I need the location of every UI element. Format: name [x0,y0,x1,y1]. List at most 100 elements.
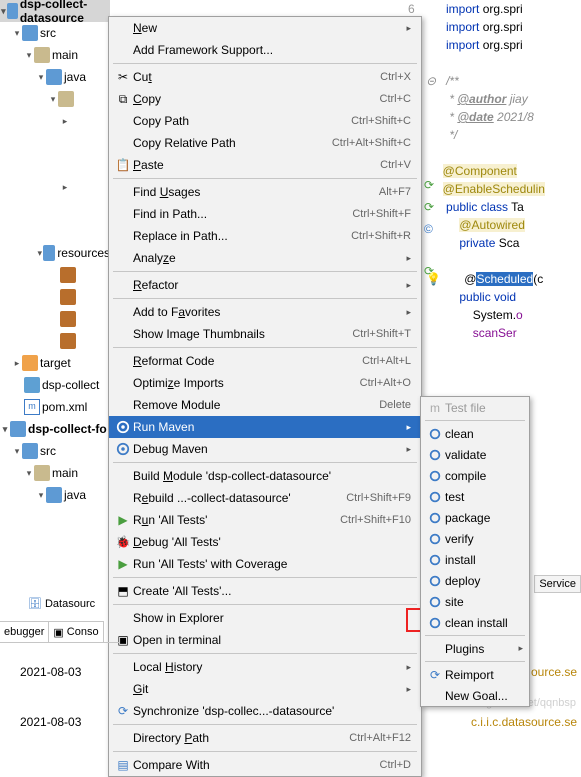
menu-compare-with[interactable]: ▤Compare WithCtrl+D [109,754,421,776]
menu-remove-module[interactable]: Remove ModuleDelete [109,394,421,416]
menu-find-usages[interactable]: Find UsagesAlt+F7 [109,181,421,203]
menu-run-all-tests[interactable]: ▶Run 'All Tests'Ctrl+Shift+F10 [109,509,421,531]
menu-reformat[interactable]: Reformat CodeCtrl+Alt+L [109,350,421,372]
tree-item[interactable]: ▸ [0,110,110,132]
menu-build-module[interactable]: Build Module 'dsp-collect-datasource' [109,465,421,487]
console-timestamp: 2021-08-03 [20,715,81,729]
gear-icon [428,595,442,609]
gear-icon [428,553,442,567]
tree-item[interactable] [0,286,110,308]
compare-icon: ▤ [113,758,133,772]
menu-run-coverage[interactable]: ▶Run 'All Tests' with Coverage [109,553,421,575]
menu-create-tests[interactable]: ⬒Create 'All Tests'... [109,580,421,602]
gear-icon [428,574,442,588]
tab-debugger[interactable]: ebugger [0,621,49,642]
run-maven-submenu: mTest file clean validate compile test p… [420,396,530,707]
copy-icon: ⧉ [113,92,133,107]
sub-test[interactable]: test [421,486,529,507]
maven-icon [116,420,130,434]
menu-optimize-imports[interactable]: Optimize ImportsCtrl+Alt+O [109,372,421,394]
menu-new[interactable]: New▸ [109,17,421,39]
project-tree: ▾dsp-collect-datasource ▾src ▾main ▾java… [0,0,110,506]
console-line: c.i.i.c.datasource.se [471,715,577,730]
tree-item[interactable]: ▸ [0,176,110,198]
menu-refactor[interactable]: Refactor▸ [109,274,421,296]
services-tab[interactable]: Service [534,575,581,593]
tab-datasource[interactable]: 🗄Datasourc [28,597,95,610]
tree-item-src2[interactable]: ▾src [0,440,110,462]
menu-paste[interactable]: 📋PasteCtrl+V [109,154,421,176]
tree-item-resources[interactable]: ▾resources [0,242,110,264]
gear-icon [428,511,442,525]
sub-install[interactable]: install [421,549,529,570]
gear-icon [428,616,442,630]
gear-icon [428,532,442,546]
tab-console[interactable]: ▣Conso [49,621,103,642]
tree-item-src[interactable]: ▾src [0,22,110,44]
tree-item[interactable] [0,308,110,330]
sub-compile[interactable]: compile [421,465,529,486]
tree-item-java[interactable]: ▾java [0,66,110,88]
gear-icon [428,469,442,483]
menu-add-favorites[interactable]: Add to Favorites▸ [109,301,421,323]
menu-cut[interactable]: ✂CutCtrl+X [109,66,421,88]
sub-site[interactable]: site [421,591,529,612]
menu-show-thumbnails[interactable]: Show Image ThumbnailsCtrl+Shift+T [109,323,421,345]
sub-plugins[interactable]: Plugins▸ [421,638,529,659]
sub-validate[interactable]: validate [421,444,529,465]
tree-item-main2[interactable]: ▾main [0,462,110,484]
menu-directory-path[interactable]: Directory PathCtrl+Alt+F12 [109,727,421,749]
menu-run-maven[interactable]: Run Maven▸ [109,416,421,438]
gear-icon [428,490,442,504]
menu-add-framework[interactable]: Add Framework Support... [109,39,421,61]
tree-item[interactable] [0,264,110,286]
tree-item-main[interactable]: ▾main [0,44,110,66]
sub-test-file[interactable]: mTest file [421,397,529,418]
menu-local-history[interactable]: Local History▸ [109,656,421,678]
console-output: 2021-08-03 [20,715,81,730]
reimport-icon: ⟳ [425,668,445,682]
menu-rebuild[interactable]: Rebuild ...-collect-datasource'Ctrl+Shif… [109,487,421,509]
menu-debug-maven[interactable]: Debug Maven▸ [109,438,421,460]
code-editor[interactable]: 6 import org.spri import org.spri import… [426,0,581,342]
sub-clean-install[interactable]: clean install [421,612,529,633]
menu-copy-relative-path[interactable]: Copy Relative PathCtrl+Alt+Shift+C [109,132,421,154]
tree-item[interactable]: ▾ [0,88,110,110]
run-icon: ▶ [113,513,133,527]
menu-synchronize[interactable]: ⟳Synchronize 'dsp-collec...-datasource' [109,700,421,722]
db-icon: 🗄 [28,597,42,610]
sub-new-goal[interactable]: New Goal... [421,685,529,706]
tree-item-iml[interactable]: dsp-collect [0,374,110,396]
paste-icon: 📋 [113,158,133,172]
sub-package[interactable]: package [421,507,529,528]
menu-find-in-path[interactable]: Find in Path...Ctrl+Shift+F [109,203,421,225]
menu-open-terminal[interactable]: ▣Open in terminal [109,629,421,651]
console-icon: ▣ [53,626,63,639]
tree-item-fo[interactable]: ▾dsp-collect-fo [0,418,110,440]
menu-replace-in-path[interactable]: Replace in Path...Ctrl+Shift+R [109,225,421,247]
menu-debug-all-tests[interactable]: 🐞Debug 'All Tests' [109,531,421,553]
tree-item-target[interactable]: ▸target [0,352,110,374]
menu-copy[interactable]: ⧉CopyCtrl+C [109,88,421,110]
tree-item-pom[interactable]: mpom.xml [0,396,110,418]
bug-icon: 🐞 [113,535,133,549]
sub-deploy[interactable]: deploy [421,570,529,591]
sub-reimport[interactable]: ⟳Reimport [421,664,529,685]
tree-root[interactable]: ▾dsp-collect-datasource [0,0,110,22]
menu-git[interactable]: Git▸ [109,678,421,700]
sub-verify[interactable]: verify [421,528,529,549]
menu-analyze[interactable]: Analyze▸ [109,247,421,269]
gear-icon [428,427,442,441]
coverage-icon: ▶ [113,557,133,571]
sub-clean[interactable]: clean [421,423,529,444]
tree-label: dsp-collect-datasource [20,0,110,25]
sync-icon: ⟳ [113,704,133,718]
menu-copy-path[interactable]: Copy PathCtrl+Shift+C [109,110,421,132]
tree-item[interactable] [0,330,110,352]
menu-show-explorer[interactable]: Show in Explorer [109,607,421,629]
cut-icon: ✂ [113,70,133,84]
console-output: 2021-08-03 [20,665,81,680]
context-menu: New▸ Add Framework Support... ✂CutCtrl+X… [108,16,422,777]
tree-item-java2[interactable]: ▾java [0,484,110,506]
create-icon: ⬒ [113,584,133,598]
